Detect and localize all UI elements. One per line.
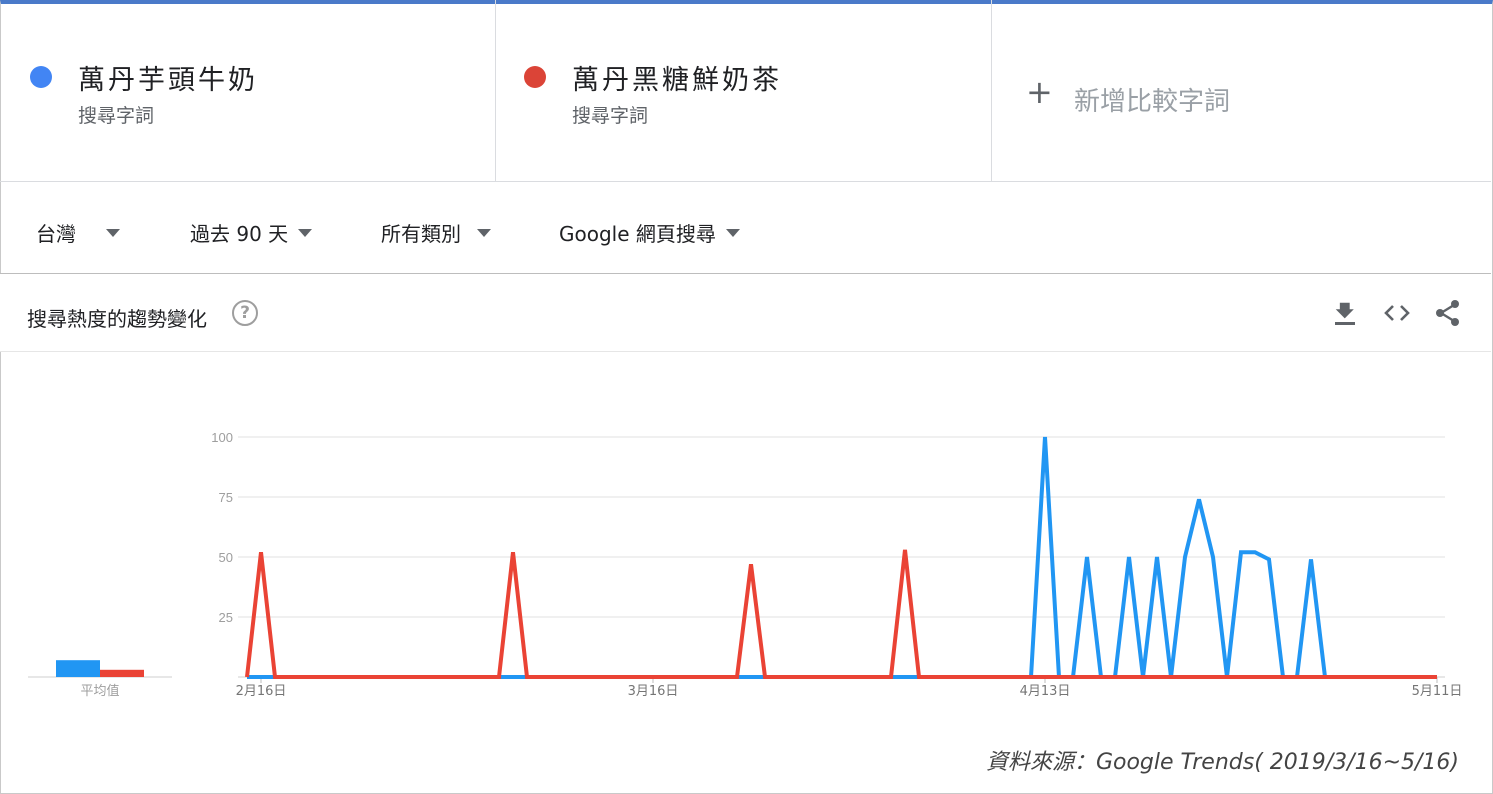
help-icon[interactable]: ? <box>232 300 258 326</box>
data-source-caption: 資料來源：Google Trends( 2019/3/16~5/16) <box>985 750 1459 775</box>
plus-icon: + <box>1026 73 1053 111</box>
category-value: 所有類別 <box>381 222 461 246</box>
y-tick-label: 100 <box>211 430 233 445</box>
average-bar <box>100 669 144 677</box>
term-2-type: 搜尋字詞 <box>572 105 649 127</box>
term-1-name: 萬丹芋頭牛奶 <box>78 65 258 96</box>
chevron-down-icon <box>106 228 120 237</box>
average-label: 平均值 <box>80 683 119 699</box>
interest-over-time-header: 搜尋熱度的趨勢變化 ? <box>0 274 1491 352</box>
category-dropdown[interactable]: 所有類別 <box>381 218 491 247</box>
search-type-value: Google 網頁搜尋 <box>559 222 716 246</box>
search-type-dropdown[interactable]: Google 網頁搜尋 <box>559 218 740 247</box>
share-icon[interactable] <box>1433 298 1463 328</box>
y-tick-label: 25 <box>219 610 233 625</box>
region-dropdown[interactable]: 台灣 <box>36 218 120 247</box>
filter-bar: 台灣 過去 90 天 所有類別 Google 網頁搜尋 <box>0 182 1491 274</box>
term-2-color-dot <box>524 66 546 88</box>
y-tick-label: 50 <box>219 550 233 565</box>
add-comparison-term-button[interactable]: + 新增比較字詞 <box>992 0 1491 182</box>
x-tick-label: 5月11日 <box>1412 684 1463 699</box>
y-tick-label: 75 <box>219 490 233 505</box>
compare-terms-bar: 萬丹芋頭牛奶 搜尋字詞 萬丹黑糖鮮奶茶 搜尋字詞 + 新增比較字詞 <box>0 0 1491 182</box>
chevron-down-icon <box>725 228 740 237</box>
time-range-value: 過去 90 天 <box>190 222 289 246</box>
embed-icon[interactable] <box>1382 298 1412 328</box>
term-card-1[interactable]: 萬丹芋頭牛奶 搜尋字詞 <box>0 0 496 182</box>
x-tick-label: 4月13日 <box>1020 684 1071 699</box>
add-comparison-term-label: 新增比較字詞 <box>1074 87 1231 117</box>
series-line-2 <box>245 549 1437 679</box>
card-title: 搜尋熱度的趨勢變化 <box>27 307 207 331</box>
region-value: 台灣 <box>36 222 76 246</box>
interest-over-time-chart: 25 50 75 100 2月16日 3月16日 4月13日 5月11日 平均值 <box>28 430 1463 699</box>
time-range-dropdown[interactable]: 過去 90 天 <box>190 218 313 247</box>
term-2-name: 萬丹黑糖鮮奶茶 <box>572 65 782 96</box>
term-1-color-dot <box>30 66 52 88</box>
term-1-type: 搜尋字詞 <box>78 105 155 127</box>
x-tick-label: 2月16日 <box>236 684 287 699</box>
chevron-down-icon <box>298 228 313 237</box>
term-card-2[interactable]: 萬丹黑糖鮮奶茶 搜尋字詞 <box>496 0 992 182</box>
x-tick-label: 3月16日 <box>628 684 679 699</box>
download-icon[interactable] <box>1330 298 1360 328</box>
chevron-down-icon <box>477 228 491 237</box>
average-bar <box>56 660 100 677</box>
